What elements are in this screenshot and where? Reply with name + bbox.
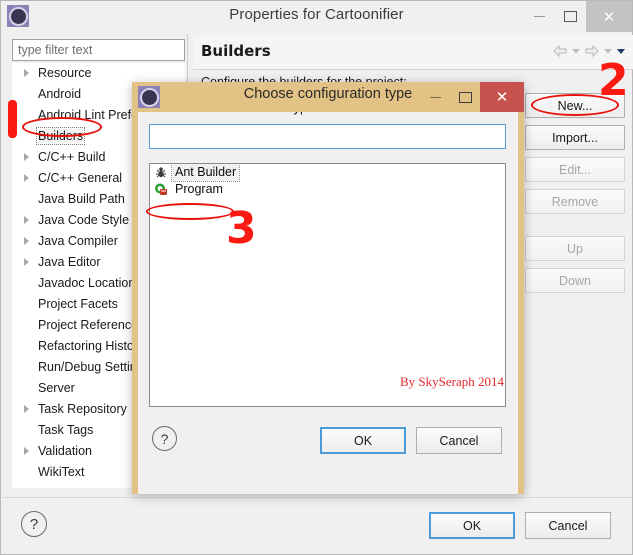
tree-item-label: Java Compiler bbox=[38, 234, 118, 248]
main-titlebar: Properties for Cartoonifier ✕ bbox=[1, 1, 632, 32]
tree-item-label: WikiText bbox=[38, 465, 85, 479]
choose-configuration-type-dialog: Choose an external tool type to create: … bbox=[132, 82, 524, 494]
footer-divider bbox=[2, 497, 632, 498]
tree-item-resource[interactable]: Resource bbox=[12, 63, 184, 84]
dialog-minimize-icon[interactable] bbox=[420, 82, 450, 112]
new-button[interactable]: New... bbox=[525, 93, 625, 118]
header-divider bbox=[193, 69, 633, 70]
expand-arrow-icon[interactable] bbox=[24, 216, 29, 224]
tree-item-label: Android Lint Prefer bbox=[38, 108, 143, 122]
expand-arrow-icon[interactable] bbox=[24, 405, 29, 413]
program-icon bbox=[154, 183, 168, 196]
tree-item-label: Server bbox=[38, 381, 75, 395]
ant-icon bbox=[154, 166, 168, 179]
tree-item-label: Resource bbox=[38, 66, 92, 80]
expand-arrow-icon[interactable] bbox=[24, 69, 29, 77]
list-item-label: Ant Builder bbox=[170, 163, 241, 182]
tool-type-list[interactable]: Ant Builder Program bbox=[149, 163, 506, 407]
expand-arrow-icon[interactable] bbox=[24, 258, 29, 266]
button-group-gap bbox=[525, 221, 625, 236]
dialog-close-icon[interactable]: ✕ bbox=[480, 82, 524, 112]
tree-item-label: Builders bbox=[35, 127, 86, 145]
dialog-maximize-icon[interactable] bbox=[450, 82, 480, 112]
filter-input[interactable]: type filter text bbox=[12, 39, 185, 61]
page-title: Builders bbox=[201, 42, 271, 60]
expand-arrow-icon[interactable] bbox=[24, 174, 29, 182]
help-icon[interactable]: ? bbox=[21, 511, 47, 537]
dialog-titlebar: Choose configuration type ✕ bbox=[132, 82, 524, 112]
tree-item-label: Task Tags bbox=[38, 423, 94, 437]
tree-item-label: Validation bbox=[38, 444, 92, 458]
watermark: By SkySeraph 2014 bbox=[400, 374, 504, 389]
back-chevron-down-icon[interactable] bbox=[572, 48, 580, 54]
tree-item-label: C/C++ General bbox=[38, 171, 123, 185]
screen: Properties for Cartoonifier ✕ type filte… bbox=[0, 0, 633, 555]
back-arrow-icon[interactable] bbox=[553, 45, 567, 57]
maximize-icon[interactable] bbox=[555, 1, 586, 32]
edit-button: Edit... bbox=[525, 157, 625, 182]
forward-chevron-down-icon[interactable] bbox=[604, 48, 612, 54]
dialog-cancel-button[interactable]: Cancel bbox=[416, 427, 502, 454]
tree-item-label: Java Code Style bbox=[38, 213, 130, 227]
list-item-ant-builder[interactable]: Ant Builder bbox=[150, 163, 505, 182]
tree-item-label: Project Facets bbox=[38, 297, 118, 311]
window-controls: ✕ bbox=[524, 1, 632, 32]
tree-item-label: Java Editor bbox=[38, 255, 101, 269]
minimize-icon[interactable] bbox=[524, 1, 555, 32]
up-button: Up bbox=[525, 236, 625, 261]
import-button[interactable]: Import... bbox=[525, 125, 625, 150]
nav-toolbar bbox=[553, 45, 625, 57]
forward-arrow-icon[interactable] bbox=[585, 45, 599, 57]
content-header: Builders bbox=[193, 35, 633, 69]
tree-item-label: C/C++ Build bbox=[38, 150, 106, 164]
close-icon[interactable]: ✕ bbox=[586, 1, 632, 32]
tree-item-label: Refactoring History bbox=[38, 339, 145, 353]
dialog-body: Choose an external tool type to create: … bbox=[138, 82, 518, 494]
dialog-ok-button[interactable]: OK bbox=[320, 427, 406, 454]
expand-arrow-icon[interactable] bbox=[24, 447, 29, 455]
dialog-help-icon[interactable]: ? bbox=[152, 426, 177, 451]
view-menu-chevron-down-icon[interactable] bbox=[617, 48, 625, 54]
expand-arrow-icon[interactable] bbox=[24, 153, 29, 161]
tree-item-label: Java Build Path bbox=[38, 192, 125, 206]
cancel-button[interactable]: Cancel bbox=[525, 512, 611, 539]
ok-button[interactable]: OK bbox=[429, 512, 515, 539]
tree-item-label: Project References bbox=[38, 318, 145, 332]
dialog-window-controls: ✕ bbox=[420, 82, 524, 112]
list-item-label: Program bbox=[175, 182, 223, 196]
expand-arrow-icon[interactable] bbox=[24, 237, 29, 245]
tool-type-input[interactable] bbox=[149, 124, 506, 149]
down-button: Down bbox=[525, 268, 625, 293]
tree-item-label: Javadoc Location bbox=[38, 276, 136, 290]
remove-button: Remove bbox=[525, 189, 625, 214]
builder-actions: New... Import... Edit... Remove Up Down bbox=[525, 93, 625, 300]
tree-item-label: Task Repository bbox=[38, 402, 127, 416]
tree-item-label: Android bbox=[38, 87, 82, 101]
list-item-program[interactable]: Program bbox=[150, 181, 505, 198]
